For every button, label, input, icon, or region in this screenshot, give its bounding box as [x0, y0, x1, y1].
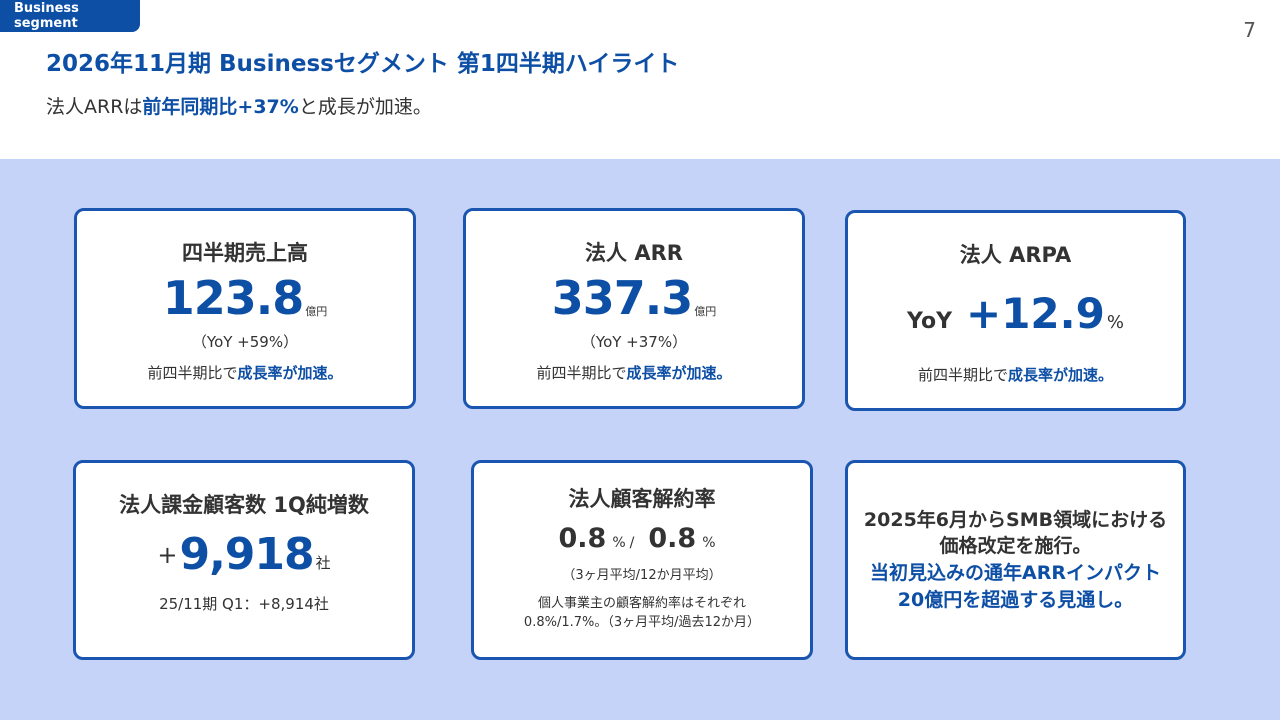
- arr-unit: 億円: [694, 305, 717, 318]
- arpa-note-pre: 前四半期比で: [917, 366, 1008, 384]
- arpa-value: +12.9: [966, 289, 1105, 338]
- arpa-card: 法人 ARPA YoY +12.9 % 前四半期比で成長率が加速。: [845, 210, 1186, 411]
- churn-period-note: （3ヶ月平均/12か月平均）: [562, 568, 722, 583]
- arr-note-highlight: 成長率が加速。: [626, 364, 732, 382]
- customers-note: 25/11期 Q1：+8,914社: [159, 595, 329, 613]
- subtitle-post: と成長が加速。: [298, 96, 432, 118]
- revenue-title: 四半期売上高: [182, 241, 308, 265]
- arpa-title: 法人 ARPA: [959, 243, 1072, 267]
- pricing-line4: 20億円を超過する見通し。: [897, 588, 1134, 611]
- arpa-note: 前四半期比で成長率が加速。: [918, 364, 1113, 385]
- churn-separator: /: [629, 535, 635, 551]
- churn-value-3m: 0.8: [558, 523, 607, 554]
- customers-value-row: + 9,918 社: [157, 533, 330, 577]
- subtitle-pre: 法人ARRは: [46, 96, 143, 118]
- revenue-note-highlight: 成長率が加速。: [237, 364, 343, 382]
- arr-card: 法人 ARR 337.3 億円 （YoY +37%） 前四半期比で成長率が加速。: [463, 208, 805, 409]
- churn-value-12m: 0.8: [648, 523, 697, 554]
- revenue-unit: 億円: [305, 305, 328, 318]
- page-number: 7: [1243, 18, 1256, 42]
- segment-tag: Business segment: [0, 0, 140, 32]
- revenue-card: 四半期売上高 123.8 億円 （YoY +59%） 前四半期比で成長率が加速。: [74, 208, 416, 409]
- churn-unit-3m: %: [612, 535, 626, 551]
- customers-unit: 社: [315, 554, 331, 572]
- customers-value: 9,918: [179, 529, 314, 580]
- arr-note: 前四半期比で成長率が加速。: [536, 362, 731, 383]
- customers-prefix: +: [157, 541, 178, 569]
- pricing-line3: 当初見込みの通年ARRインパクト: [870, 562, 1161, 584]
- churn-value-row: 0.8 % / 0.8 %: [558, 523, 725, 554]
- churn-card: 法人顧客解約率 0.8 % / 0.8 % （3ヶ月平均/12か月平均） 個人事…: [471, 460, 813, 660]
- churn-detail: 個人事業主の顧客解約率はそれぞれ 0.8%/1.7%。（3ヶ月平均/過去12か月…: [524, 595, 760, 633]
- arpa-note-highlight: 成長率が加速。: [1008, 366, 1114, 384]
- arr-value: 337.3: [551, 271, 694, 325]
- subtitle-highlight: 前年同期比+37%: [142, 96, 299, 118]
- pricing-line1: 2025年6月からSMB領域における: [863, 508, 1168, 531]
- pricing-line2: 価格改定を施行。: [939, 535, 1092, 558]
- churn-detail-line2: 0.8%/1.7%。（3ヶ月平均/過去12か月）: [523, 614, 761, 630]
- page-title: 2026年11月期 Businessセグメント 第1四半期ハイライト: [46, 51, 680, 77]
- arpa-value-row: YoY +12.9 %: [907, 289, 1124, 338]
- arr-note-pre: 前四半期比で: [536, 364, 627, 382]
- churn-detail-line1: 個人事業主の顧客解約率はそれぞれ: [537, 596, 746, 611]
- revenue-note: 前四半期比で成長率が加速。: [147, 362, 342, 383]
- arr-value-row: 337.3 億円: [552, 275, 717, 321]
- churn-unit-12m: %: [702, 535, 716, 551]
- customers-card: 法人課金顧客数 1Q純増数 + 9,918 社 25/11期 Q1：+8,914…: [73, 460, 415, 660]
- revenue-yoy: （YoY +59%）: [191, 333, 299, 351]
- customers-title: 法人課金顧客数 1Q純増数: [119, 493, 369, 517]
- arpa-unit: %: [1106, 312, 1124, 333]
- revenue-value-row: 123.8 億円: [163, 275, 328, 321]
- revenue-value: 123.8: [162, 271, 305, 325]
- revenue-note-pre: 前四半期比で: [147, 364, 238, 382]
- arpa-label: YoY: [907, 309, 953, 334]
- arr-yoy: （YoY +37%）: [580, 333, 688, 351]
- pricing-card: 2025年6月からSMB領域における 価格改定を施行。 当初見込みの通年ARRイ…: [845, 460, 1186, 660]
- churn-title: 法人顧客解約率: [568, 487, 716, 511]
- arr-title: 法人 ARR: [585, 241, 683, 265]
- page-subtitle: 法人ARRは前年同期比+37%と成長が加速。: [46, 92, 432, 119]
